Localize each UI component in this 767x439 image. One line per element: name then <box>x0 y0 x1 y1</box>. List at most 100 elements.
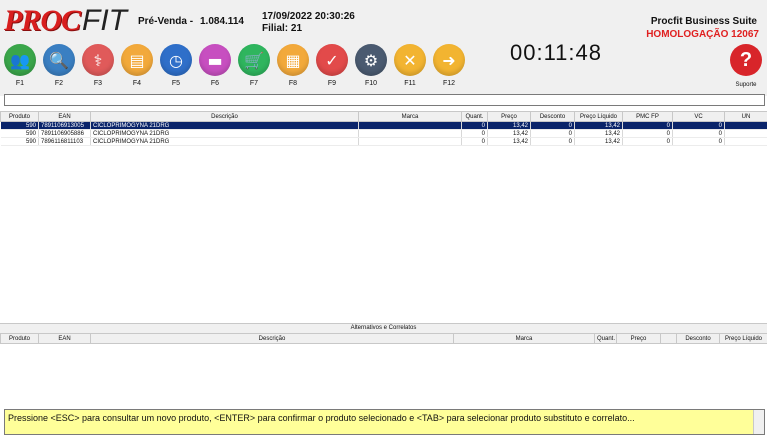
column-header[interactable]: Desconto <box>530 111 575 122</box>
column-header[interactable]: Produto <box>0 111 39 122</box>
alt-column-header[interactable] <box>660 333 677 344</box>
alt-column-header[interactable]: Quant. <box>594 333 617 344</box>
fkey-f10-button[interactable]: ⚙ F10 <box>354 44 388 92</box>
table-row[interactable]: 590 7891106905886 CICLOPRIMOGYNA 21DRG 0 13,… <box>0 129 767 138</box>
fkey-label: F7 <box>249 80 259 87</box>
cell-preco: 13,42 <box>487 137 531 146</box>
procfit-logo: PROC FIT <box>4 4 128 38</box>
cell-descricao: CICLOPRIMOGYNA 21DRG <box>90 137 359 146</box>
alt-column-header[interactable]: Marca <box>453 333 595 344</box>
cell-pmc-fp: 0 <box>622 121 673 130</box>
fkey-f12-button[interactable]: ➜ F12 <box>432 44 466 92</box>
fkey-label: F3 <box>93 80 103 87</box>
cell-ean: 7891106913005 <box>38 121 91 130</box>
column-header[interactable]: Preço <box>487 111 531 122</box>
fkey-f3-button[interactable]: ⚕ F3 <box>81 44 115 92</box>
fkey-f11-button[interactable]: ✕ F11 <box>393 44 427 92</box>
column-header[interactable]: Descrição <box>90 111 359 122</box>
clock-icon: ◷ <box>160 44 192 76</box>
cell-desconto: 0 <box>530 121 575 130</box>
fkey-f4-button[interactable]: ▤ F4 <box>120 44 154 92</box>
fkey-label: F6 <box>210 80 220 87</box>
column-header[interactable]: Quant. <box>461 111 488 122</box>
cell-quant: 0 <box>461 129 488 138</box>
cell-preco: 13,42 <box>487 121 531 130</box>
fkey-label: F10 <box>364 80 378 87</box>
fkey-label: F2 <box>54 80 64 87</box>
cell-desconto: 0 <box>530 137 575 146</box>
alt-column-header[interactable]: Preço Líquido <box>719 333 767 344</box>
cell-descricao: CICLOPRIMOGYNA 21DRG <box>90 129 359 138</box>
fkey-f7-button[interactable]: 🛒 F7 <box>237 44 271 92</box>
fkey-label: F12 <box>442 80 456 87</box>
table-row[interactable]: 590 7896116811103 CICLOPRIMOGYNA 21DRG 0 13,… <box>0 137 767 146</box>
alternatives-table: Produto EAN Descrição Marca Quant. Preço Desco… <box>0 333 767 344</box>
cell-produto: 590 <box>0 121 39 130</box>
column-header[interactable]: UN <box>724 111 767 122</box>
fkey-f1-button[interactable]: 👥 F1 <box>3 44 37 92</box>
truck-icon: ▬ <box>199 44 231 76</box>
fkey-f9-button[interactable]: ✓ F9 <box>315 44 349 92</box>
fkey-f6-button[interactable]: ▬ F6 <box>198 44 232 92</box>
cell-preco: 13,42 <box>487 129 531 138</box>
branch: Filial: 21 <box>262 23 303 34</box>
fkey-label: F11 <box>404 80 416 87</box>
status-message: Pressione <ESC> para consultar um novo p… <box>4 409 765 435</box>
cell-un <box>724 129 767 138</box>
products-table: Produto EAN Descrição Marca Quant. Preço Desco… <box>0 111 767 146</box>
sale-mode: Pré-Venda - <box>138 16 194 27</box>
column-header[interactable]: VC <box>672 111 725 122</box>
cell-vc: 0 <box>672 137 725 146</box>
fkey-label: F8 <box>288 80 298 87</box>
cell-un <box>724 137 767 146</box>
id-card-icon: ▤ <box>121 44 153 76</box>
column-header[interactable]: EAN <box>38 111 91 122</box>
fkey-f2-button[interactable]: 🔍 F2 <box>42 44 76 92</box>
column-header[interactable]: PMC FP <box>622 111 673 122</box>
cell-vc: 0 <box>672 121 725 130</box>
support-label: Suporte <box>735 82 757 88</box>
cell-quant: 0 <box>461 137 488 146</box>
support-button[interactable]: ? Suporte <box>728 44 764 92</box>
cards-icon: ▦ <box>277 44 309 76</box>
logo-proc: PROC <box>4 4 81 37</box>
cell-produto: 590 <box>0 129 39 138</box>
alt-column-header[interactable]: Desconto <box>676 333 720 344</box>
timer: 00:11:48 <box>510 40 603 65</box>
cell-desconto: 0 <box>530 129 575 138</box>
presale-number: 1.084.114 <box>200 16 244 27</box>
fkey-label: F1 <box>15 80 25 87</box>
table-row[interactable]: 590 7891106913005 CICLOPRIMOGYNA 21DRG 0 13,… <box>0 121 767 130</box>
search-icon: 🔍 <box>43 44 75 76</box>
column-header[interactable]: Preço Líquido <box>574 111 623 122</box>
alt-column-header[interactable]: Produto <box>0 333 39 344</box>
fkey-label: F4 <box>132 80 142 87</box>
cell-un <box>724 121 767 130</box>
alt-column-header[interactable]: EAN <box>38 333 91 344</box>
gears-icon: ⚙ <box>355 44 387 76</box>
logo-fit: FIT <box>82 4 128 37</box>
column-header[interactable]: Marca <box>358 111 462 122</box>
users-icon: 👥 <box>4 44 36 76</box>
fkey-f8-button[interactable]: ▦ F8 <box>276 44 310 92</box>
caduceus-icon: ⚕ <box>82 44 114 76</box>
cell-marca <box>358 121 462 130</box>
arrow-right-icon: ➜ <box>433 44 465 76</box>
cell-pmc-fp: 0 <box>622 137 673 146</box>
check-icon: ✓ <box>316 44 348 76</box>
status-scrollbar[interactable] <box>753 410 764 434</box>
alt-column-header[interactable]: Descrição <box>90 333 454 344</box>
fkey-f5-button[interactable]: ◷ F5 <box>159 44 193 92</box>
alt-column-header[interactable]: Preço <box>616 333 661 344</box>
toolbar: PROC FIT Pré-Venda - 1.084.114 17/09/202… <box>0 0 767 96</box>
cart-icon: 🛒 <box>238 44 270 76</box>
homolog-badge: HOMOLOGAÇÃO 12067 <box>646 29 759 40</box>
cell-descricao: CICLOPRIMOGYNA 21DRG <box>90 121 359 130</box>
cell-preco-liquido: 13,42 <box>574 129 623 138</box>
search-input[interactable] <box>4 94 765 106</box>
status-text: Pressione <ESC> para consultar um novo p… <box>8 413 635 423</box>
cancel-icon: ✕ <box>394 44 426 76</box>
cell-produto: 590 <box>0 137 39 146</box>
cell-marca <box>358 129 462 138</box>
suite-name: Procfit Business Suite <box>650 16 757 27</box>
